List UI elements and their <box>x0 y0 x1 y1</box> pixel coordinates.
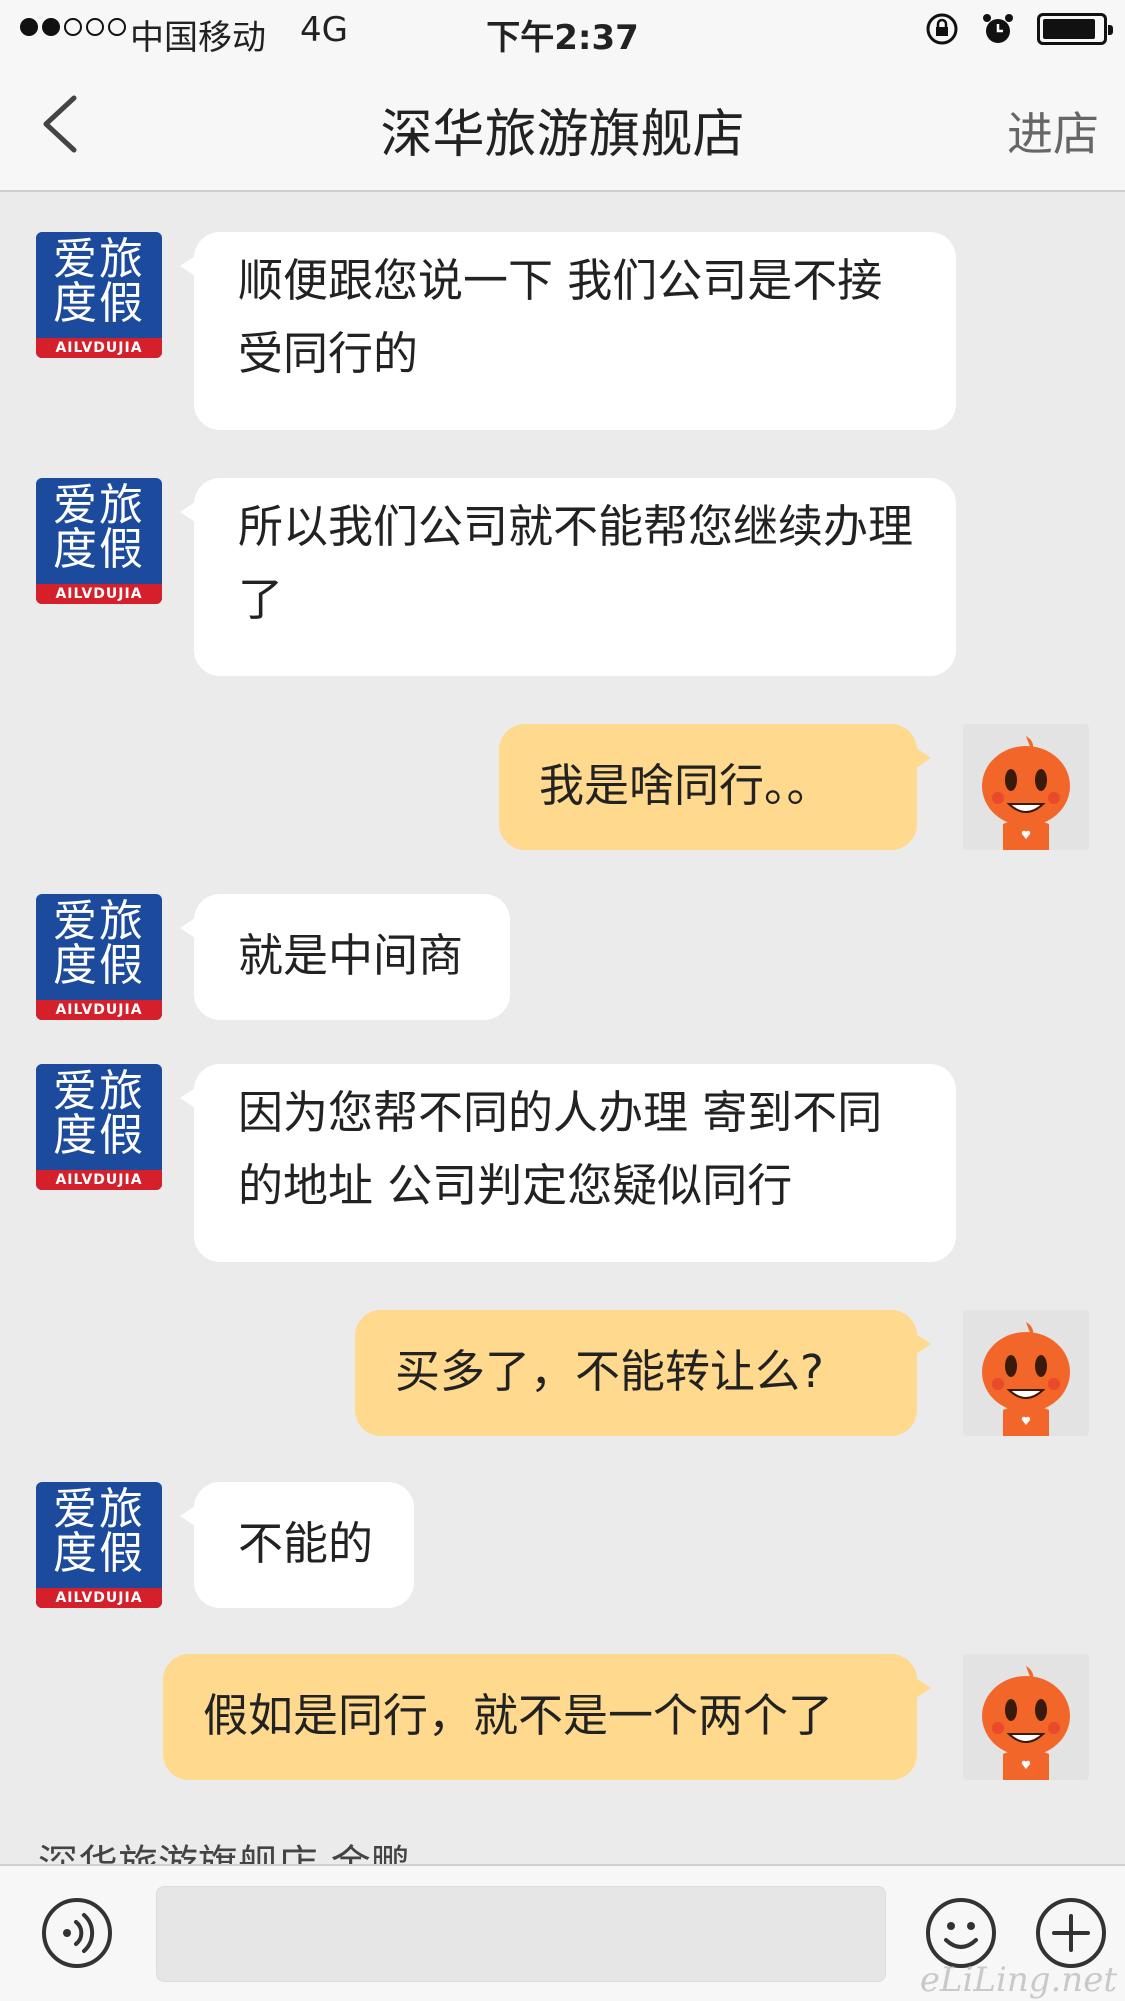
message-bubble[interactable]: 因为您帮不同的人办理 寄到不同的地址 公司判定您疑似同行 <box>180 1064 956 1262</box>
voice-icon[interactable] <box>40 1896 114 1970</box>
shop-avatar[interactable]: 爱旅 度假 AILVDUJIA <box>36 1482 162 1608</box>
input-bar: eLiLing.net <box>0 1864 1125 2001</box>
message-bubble[interactable]: 我是啥同行。。 <box>499 724 931 850</box>
mascot-avatar-icon <box>982 1322 1070 1436</box>
shop-avatar[interactable]: 爱旅 度假 AILVDUJIA <box>36 894 162 1020</box>
message-bubble[interactable]: 所以我们公司就不能帮您继续办理了 <box>180 478 956 676</box>
message-bubble[interactable]: 就是中间商 <box>180 894 510 1020</box>
message-bubble[interactable]: 买多了，不能转让么? <box>355 1310 931 1436</box>
message-bubble[interactable]: 顺便跟您说一下 我们公司是不接受同行的 <box>180 232 956 430</box>
top-bar: 中国移动 4G 下午2:37 深华旅游旗舰店 进店 <box>0 0 1125 192</box>
plus-icon[interactable] <box>1034 1896 1108 1970</box>
user-avatar[interactable] <box>963 724 1089 850</box>
message-bubble[interactable]: 不能的 <box>180 1482 414 1608</box>
shop-avatar[interactable]: 爱旅 度假 AILVDUJIA <box>36 478 162 604</box>
shop-avatar[interactable]: 爱旅 度假 AILVDUJIA <box>36 1064 162 1190</box>
mascot-avatar-icon <box>982 736 1070 850</box>
status-bar: 中国移动 4G 下午2:37 <box>0 0 1125 62</box>
enter-shop-button[interactable]: 进店 <box>1007 98 1099 164</box>
rotation-lock-icon <box>926 13 958 45</box>
battery-icon <box>1037 13 1113 45</box>
user-avatar[interactable] <box>963 1310 1089 1436</box>
page-title: 深华旅游旗舰店 <box>380 105 745 165</box>
chat-area[interactable]: 爱旅 度假 AILVDUJIA 顺便跟您说一下 我们公司是不接受同行的 爱旅 度假 AI… <box>0 192 1125 1864</box>
emoji-icon[interactable] <box>924 1896 998 1970</box>
user-avatar[interactable] <box>963 1654 1089 1780</box>
nav-bar: 深华旅游旗舰店 进店 <box>0 62 1125 192</box>
message-input[interactable] <box>156 1886 886 1982</box>
watermark: eLiLing.net <box>919 1960 1117 2000</box>
alarm-icon <box>983 14 1013 43</box>
shop-avatar[interactable]: 爱旅 度假 AILVDUJIA <box>36 232 162 358</box>
typing-indicator: 深华旅游旗舰店 金鹏 <box>38 1832 411 1864</box>
mascot-avatar-icon <box>982 1666 1070 1780</box>
message-bubble[interactable]: 假如是同行，就不是一个两个了 <box>163 1654 931 1780</box>
